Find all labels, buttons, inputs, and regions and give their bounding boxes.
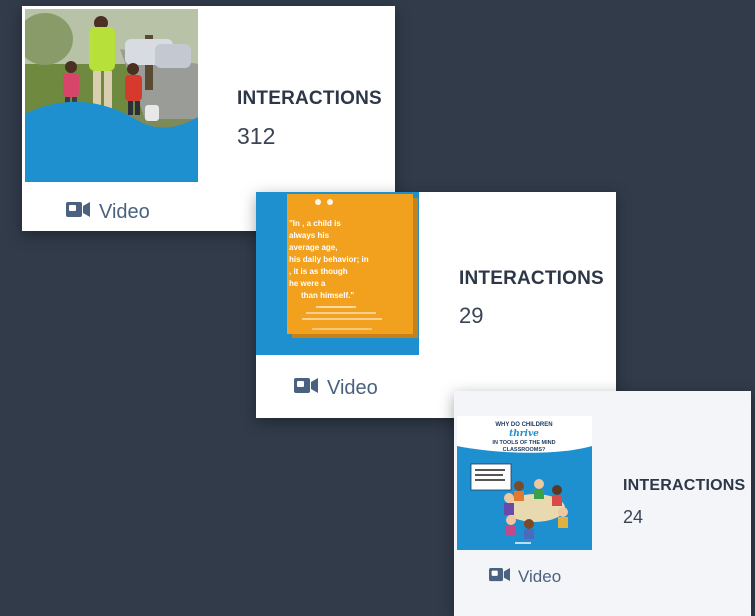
svg-text:, it is as though: , it is as though — [289, 267, 348, 276]
video-label: Video — [327, 377, 378, 399]
classroom-infographic: WHY DO CHILDREN thrive IN TOOLS OF THE M… — [457, 416, 592, 550]
video-type-indicator: Video — [489, 567, 561, 587]
interactions-stat: INTERACTIONS 24 — [623, 477, 745, 528]
video-type-indicator: Video — [294, 377, 378, 400]
svg-text:"In , a child is: "In , a child is — [289, 219, 341, 228]
interactions-count: 24 — [623, 507, 644, 527]
svg-text:WHY DO CHILDREN: WHY DO CHILDREN — [495, 422, 552, 428]
svg-text:always his: always his — [289, 231, 330, 240]
interactions-stat: INTERACTIONS 312 — [237, 88, 382, 150]
video-label: Video — [518, 567, 562, 586]
interactions-count: 312 — [237, 123, 276, 149]
video-camera-icon — [294, 377, 318, 400]
interactions-label: INTERACTIONS — [623, 477, 746, 494]
svg-text:IN TOOLS OF THE MIND: IN TOOLS OF THE MIND — [492, 440, 555, 446]
svg-text:thrive: thrive — [509, 429, 539, 439]
quote-card-image: "In , a child is always his average age,… — [256, 192, 419, 355]
interactions-label: INTERACTIONS — [459, 268, 604, 289]
video-camera-icon — [489, 567, 510, 587]
svg-text:CLASSROOMS?: CLASSROOMS? — [503, 447, 546, 453]
video-thumbnail[interactable]: "In , a child is always his average age,… — [256, 192, 419, 355]
interactions-stat: INTERACTIONS 29 — [459, 268, 604, 329]
interactions-count: 29 — [459, 303, 484, 328]
svg-text:than himself.": than himself." — [301, 291, 354, 300]
family-walking-photo — [25, 9, 198, 182]
video-label: Video — [99, 201, 150, 223]
video-thumbnail[interactable]: WHY DO CHILDREN thrive IN TOOLS OF THE M… — [457, 416, 592, 550]
svg-text:his daily behavior; in: his daily behavior; in — [289, 255, 369, 264]
content-card-3[interactable]: WHY DO CHILDREN thrive IN TOOLS OF THE M… — [454, 391, 751, 616]
svg-text:he were a: he were a — [289, 279, 326, 288]
video-thumbnail[interactable] — [25, 9, 198, 182]
interactions-label: INTERACTIONS — [237, 88, 382, 109]
svg-text:average age,: average age, — [289, 243, 337, 252]
video-camera-icon — [66, 201, 90, 224]
content-card-2[interactable]: "In , a child is always his average age,… — [256, 192, 616, 418]
video-type-indicator: Video — [66, 201, 150, 224]
